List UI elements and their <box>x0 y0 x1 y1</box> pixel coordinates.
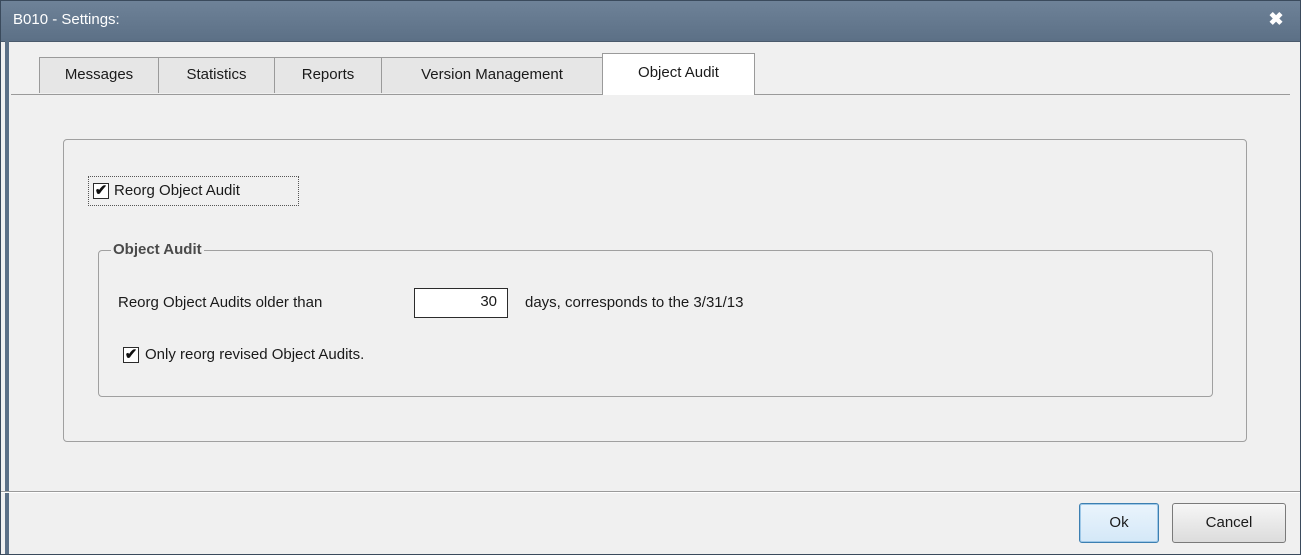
window-left-border <box>5 41 9 554</box>
cancel-button[interactable]: Cancel <box>1172 503 1286 543</box>
settings-dialog: B010 - Settings: ✖ Messages Statistics R… <box>0 0 1301 555</box>
reorg-object-audit-checkbox[interactable]: ✔ <box>93 183 109 199</box>
tab-object-audit[interactable]: Object Audit <box>602 53 755 95</box>
tab-reports[interactable]: Reports <box>274 57 382 93</box>
tab-messages[interactable]: Messages <box>39 57 159 93</box>
object-audit-group-legend: Object Audit <box>111 241 204 258</box>
reorg-object-audit-label[interactable]: Reorg Object Audit <box>114 182 240 199</box>
tab-statistics[interactable]: Statistics <box>158 57 275 93</box>
tab-version-management[interactable]: Version Management <box>381 57 603 93</box>
days-suffix-label: days, corresponds to the 3/31/13 <box>525 294 744 311</box>
footer-divider-highlight <box>1 492 1300 493</box>
window-title: B010 - Settings: <box>13 11 120 28</box>
only-revised-label[interactable]: Only reorg revised Object Audits. <box>145 346 364 363</box>
ok-button[interactable]: Ok <box>1079 503 1159 543</box>
title-bar[interactable]: B010 - Settings: ✖ <box>1 1 1300 42</box>
days-input[interactable]: 30 <box>414 288 508 318</box>
object-audit-group <box>98 250 1213 397</box>
close-icon[interactable]: ✖ <box>1266 9 1286 29</box>
only-revised-checkbox[interactable]: ✔ <box>123 347 139 363</box>
older-than-label: Reorg Object Audits older than <box>118 294 323 311</box>
